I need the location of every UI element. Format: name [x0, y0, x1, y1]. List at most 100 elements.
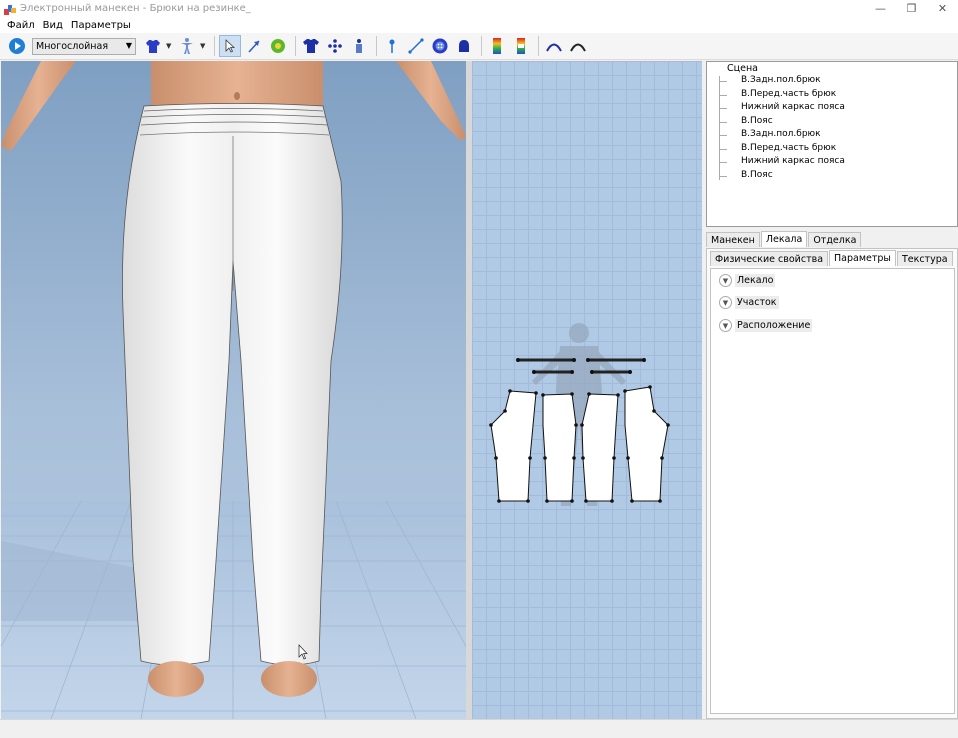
window-title: Электронный манекен - Брюки на резинке_: [20, 3, 251, 14]
tab-texture[interactable]: Текстура: [896, 251, 953, 266]
cursor-arrow-icon: [225, 39, 236, 53]
tree-line: [719, 76, 720, 180]
section-placement[interactable]: ▼ Расположение: [719, 319, 813, 332]
section-area[interactable]: ▼ Участок: [719, 296, 779, 309]
figure-icon: [356, 39, 362, 53]
bell-icon: [459, 40, 469, 52]
move-tool-button[interactable]: [243, 35, 265, 57]
minimize-button[interactable]: —: [865, 0, 896, 17]
app-window: Электронный манекен - Брюки на резинке_ …: [0, 0, 958, 738]
pattern-pieces-layout: [489, 323, 670, 506]
patterns-tab-body: Физические свойства Параметры Текстура ▼…: [706, 248, 958, 719]
toolbar-separator: [376, 36, 377, 56]
garment-dropdown-arrow[interactable]: ▼: [166, 42, 172, 50]
window-controls: — ❐ ✕: [865, 0, 958, 17]
tree-branch: [719, 149, 727, 150]
tree-branch: [719, 135, 727, 136]
toolbar-separator: [214, 36, 215, 56]
button-tool-button[interactable]: [429, 35, 451, 57]
dress-garment-button[interactable]: [300, 35, 322, 57]
diagonal-arrow-icon: [248, 40, 260, 53]
main-tabs: Манекен Лекала Отделка: [706, 231, 958, 248]
mannequin-dropdown-arrow[interactable]: ▼: [200, 42, 206, 50]
scene-tree[interactable]: Сцена В.Задн.пол.брюк В.Перед.часть брюк…: [706, 61, 958, 227]
right-arm: [396, 61, 466, 141]
mannequin-3d-scene: [1, 61, 466, 719]
menu-file[interactable]: Файл: [3, 20, 39, 31]
section-area-label: Участок: [735, 296, 779, 309]
tree-item[interactable]: Нижний каркас пояса: [741, 102, 845, 112]
chevron-down-icon: ▼: [719, 319, 732, 332]
chevron-down-icon: ▼: [125, 40, 132, 50]
tree-item[interactable]: В.Перед.часть брюк: [741, 89, 836, 99]
shirt-icon: [146, 40, 160, 53]
title-bar: Электронный манекен - Брюки на резинке_ …: [0, 0, 958, 17]
section-pattern-label: Лекало: [735, 274, 776, 287]
tree-item[interactable]: В.Перед.часть брюк: [741, 143, 836, 153]
undo-button[interactable]: [543, 35, 565, 57]
tree-item[interactable]: Нижний каркас пояса: [741, 156, 845, 166]
tree-item[interactable]: В.Задн.пол.брюк: [741, 129, 821, 139]
section-pattern[interactable]: ▼ Лекало: [719, 274, 776, 287]
menu-parameters[interactable]: Параметры: [67, 20, 135, 31]
right-panel: Сцена В.Задн.пол.брюк В.Перед.часть брюк…: [704, 61, 958, 719]
close-button[interactable]: ✕: [927, 0, 958, 17]
play-simulation-button[interactable]: [6, 35, 28, 57]
mannequin-button[interactable]: [176, 35, 198, 57]
left-foot: [148, 661, 204, 697]
tree-item[interactable]: В.Пояс: [741, 116, 773, 126]
parameters-panel: ▼ Лекало ▼ Участок ▼ Расположение: [710, 268, 955, 714]
section-placement-label: Расположение: [735, 319, 813, 332]
sub-tabs: Физические свойства Параметры Текстура: [710, 250, 954, 266]
bell-shape-button[interactable]: [453, 35, 475, 57]
tree-item[interactable]: В.Пояс: [741, 170, 773, 180]
tree-branch: [719, 81, 727, 82]
tree-item[interactable]: В.Задн.пол.брюк: [741, 75, 821, 85]
status-bar: [0, 719, 958, 738]
select-tool-button[interactable]: [219, 35, 241, 57]
trouser-back-right-piece: [624, 386, 669, 502]
redo-arc-icon: [570, 43, 586, 52]
toolbar-separator: [538, 36, 539, 56]
tree-branch: [719, 108, 727, 109]
flower-icon: [271, 39, 285, 53]
texture-tool-button[interactable]: [267, 35, 289, 57]
measure-button[interactable]: [405, 35, 427, 57]
tension-map-button[interactable]: [486, 35, 508, 57]
tab-parameters[interactable]: Параметры: [829, 250, 896, 266]
tab-mannequin[interactable]: Манекен: [706, 232, 760, 247]
play-icon: [9, 38, 25, 54]
tree-root-scene[interactable]: Сцена: [727, 63, 758, 74]
viewport-3d[interactable]: [1, 61, 466, 719]
tree-branch: [719, 176, 727, 177]
button-icon: [432, 38, 448, 54]
tab-physical-properties[interactable]: Физические свойства: [710, 251, 829, 266]
trouser-front-right-piece: [581, 393, 619, 502]
tree-branch: [719, 95, 727, 96]
color-gradient-icon: [493, 38, 501, 54]
layer-mode-value: Многослойная: [36, 40, 109, 52]
pattern-2d-view[interactable]: [472, 61, 702, 719]
app-logo-icon: [4, 4, 16, 15]
garment-button[interactable]: [142, 35, 164, 57]
pin-icon: [389, 39, 395, 53]
tree-branch: [719, 162, 727, 163]
pin-button[interactable]: [381, 35, 403, 57]
layer-mode-select[interactable]: Многослойная ▼: [32, 37, 136, 55]
chevron-down-icon: ▼: [719, 296, 732, 309]
tab-finishing[interactable]: Отделка: [808, 232, 862, 247]
tree-branch: [719, 122, 727, 123]
mannequin-icon: [181, 38, 193, 54]
toolbar-separator: [295, 36, 296, 56]
trouser-front-left-piece: [542, 393, 577, 502]
stretch-map-button[interactable]: [510, 35, 532, 57]
undo-arc-icon: [546, 43, 562, 52]
redo-button[interactable]: [567, 35, 589, 57]
fit-button[interactable]: [348, 35, 370, 57]
menu-view[interactable]: Вид: [39, 20, 67, 31]
points-button[interactable]: [324, 35, 346, 57]
dots-cross-icon: [328, 39, 342, 53]
left-arm: [1, 61, 76, 151]
tab-patterns[interactable]: Лекала: [760, 231, 808, 247]
restore-button[interactable]: ❐: [896, 0, 927, 17]
